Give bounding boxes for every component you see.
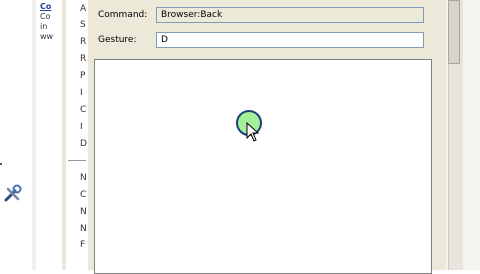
gesture-label: Gesture: [98, 35, 137, 45]
list-item[interactable]: I [80, 122, 83, 132]
vertical-scrollbar[interactable] [446, 0, 480, 270]
list-item[interactable]: S [80, 20, 86, 30]
gesture-drawing-area[interactable] [94, 59, 432, 274]
list-item[interactable]: N [80, 207, 87, 217]
command-label: Command: [98, 10, 148, 20]
list-divider [68, 160, 86, 161]
snippet-link[interactable]: Co [40, 2, 62, 12]
bullet-mark [0, 163, 2, 165]
snippet-line: ww [40, 32, 54, 41]
list-item[interactable]: C [80, 190, 86, 200]
arrow-cursor-icon [246, 122, 260, 142]
list-item[interactable]: C [80, 105, 86, 115]
list-item[interactable]: R [80, 54, 86, 64]
command-list[interactable]: A S R R P I C I D N C N N F [66, 0, 89, 270]
list-item[interactable]: N [80, 173, 87, 183]
tools-icon[interactable] [3, 184, 23, 204]
command-field: Browser:Back [156, 7, 424, 23]
list-item[interactable]: F [80, 240, 85, 250]
list-item[interactable]: R [80, 37, 86, 47]
list-item[interactable]: I [80, 88, 83, 98]
page-divider [32, 0, 36, 270]
page-snippet: Co Co in ww [40, 2, 62, 42]
list-item[interactable]: A [80, 4, 86, 14]
list-item[interactable]: D [80, 139, 87, 149]
scrollbar-thumb[interactable] [448, 0, 460, 64]
list-item[interactable]: N [80, 224, 87, 234]
list-item[interactable]: P [80, 71, 85, 81]
gesture-dialog: A S R R P I C I D N C N N F Command: Bro… [62, 0, 446, 274]
gesture-input[interactable]: D [156, 32, 424, 48]
gesture-editor-panel: Command: Browser:Back Gesture: D [88, 0, 442, 274]
snippet-line: in [40, 22, 48, 31]
snippet-line: Co [40, 12, 51, 21]
left-page-pane: Co Co in ww [0, 0, 62, 270]
